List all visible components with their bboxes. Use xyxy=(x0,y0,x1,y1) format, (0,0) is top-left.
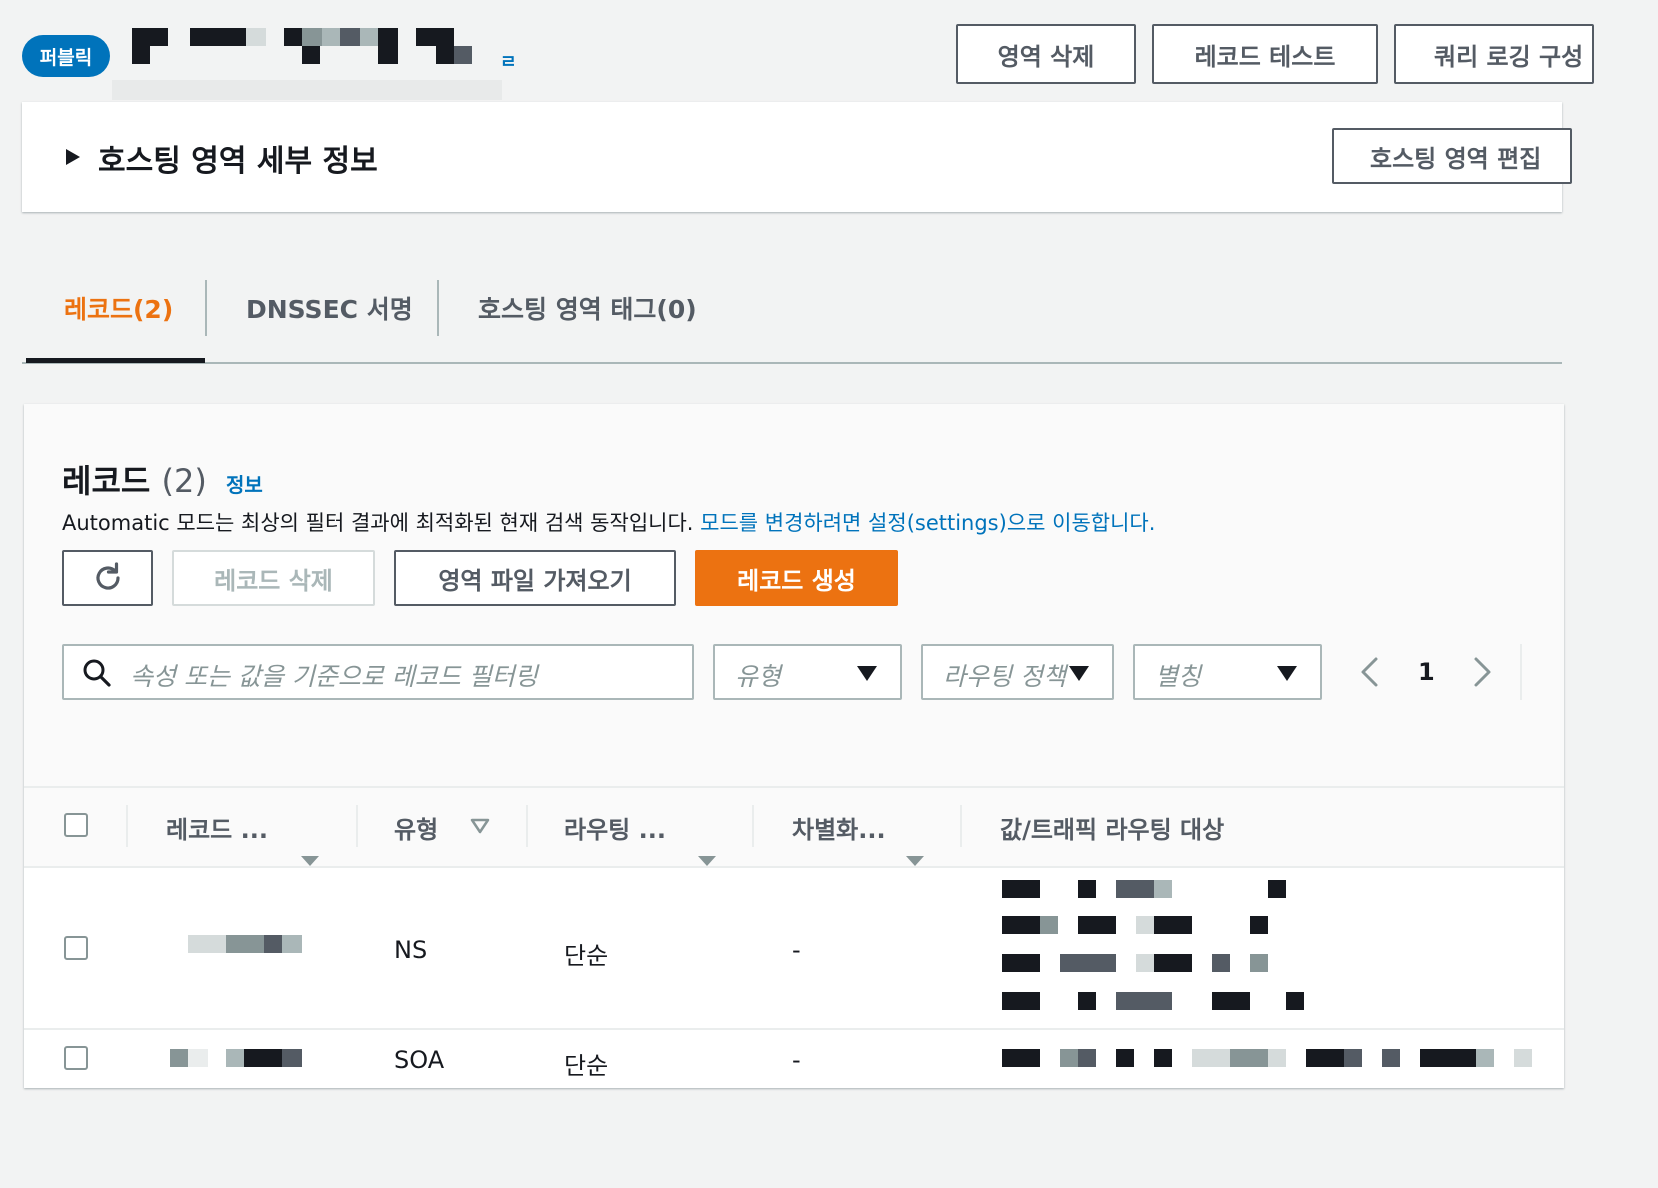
pagination-divider xyxy=(1520,644,1522,700)
row-checkbox[interactable] xyxy=(64,936,88,960)
column-divider xyxy=(752,805,754,847)
record-search-input[interactable]: 속성 또는 값을 기준으로 레코드 필터링 xyxy=(62,644,694,700)
column-divider xyxy=(526,805,528,847)
sort-icon[interactable] xyxy=(906,856,924,866)
column-header-record-name[interactable]: 레코드 ... xyxy=(166,810,268,845)
column-divider xyxy=(960,805,962,847)
alias-filter-select[interactable]: 별칭 xyxy=(1133,644,1322,700)
record-differentiator: - xyxy=(792,1046,801,1074)
tab-underline-base xyxy=(22,362,1562,364)
record-routing: 단순 xyxy=(564,1052,609,1080)
type-filter-select[interactable]: 유형 xyxy=(713,644,902,700)
delete-zone-button[interactable]: 영역 삭제 xyxy=(956,24,1136,84)
description-text: Automatic 모드는 최상의 필터 결과에 최적화된 현재 검색 동작입니… xyxy=(62,511,694,535)
routing-policy-filter-select[interactable]: 라우팅 정책 xyxy=(921,644,1114,700)
record-value-redacted xyxy=(1002,1049,1562,1067)
records-title: 레코드 xyxy=(62,462,151,500)
edit-hosted-zone-label: 호스팅 영역 편집 xyxy=(1370,144,1542,173)
search-icon xyxy=(83,659,111,687)
active-tab-indicator xyxy=(26,358,205,363)
tab-hosted-zone-tags[interactable]: 호스팅 영역 태그(0) xyxy=(478,290,697,326)
record-type: SOA xyxy=(394,1046,445,1074)
public-badge: 퍼블릭 xyxy=(22,35,110,77)
record-differentiator: - xyxy=(792,936,801,964)
record-name-redacted xyxy=(170,1049,304,1067)
tab-divider xyxy=(437,280,439,336)
column-header-type[interactable]: 유형 xyxy=(394,810,438,845)
test-record-button[interactable]: 레코드 테스트 xyxy=(1152,24,1378,84)
column-header-value[interactable]: 값/트래픽 라우팅 대상 xyxy=(1000,810,1224,845)
expand-caret-icon[interactable] xyxy=(66,149,80,165)
row-checkbox[interactable] xyxy=(64,1046,88,1070)
hosted-zone-details-panel: 호스팅 영역 세부 정보 호스팅 영역 편집 xyxy=(22,102,1572,212)
record-name-redacted xyxy=(188,935,304,953)
column-header-differentiator[interactable]: 차별화... xyxy=(792,810,886,845)
column-divider xyxy=(356,805,358,847)
hosted-zone-name-redacted xyxy=(112,20,512,102)
select-all-checkbox[interactable] xyxy=(64,813,88,837)
sort-icon[interactable] xyxy=(301,856,319,866)
record-routing: 단순 xyxy=(564,942,609,970)
search-mode-description: Automatic 모드는 최상의 필터 결과에 최적화된 현재 검색 동작입니… xyxy=(62,507,1155,537)
query-logging-button[interactable]: 쿼리 로깅 구성 xyxy=(1394,24,1594,84)
records-count: (2) xyxy=(161,462,207,500)
routing-placeholder: 라우팅 정책 xyxy=(943,662,1066,691)
title-trailing-char: ㄹ xyxy=(500,52,517,73)
page-number[interactable]: 1 xyxy=(1418,658,1435,686)
tab-dnssec[interactable]: DNSSEC 서명 xyxy=(246,290,413,326)
alias-placeholder: 별칭 xyxy=(1155,662,1202,691)
chevron-left-icon[interactable] xyxy=(1356,656,1384,688)
chevron-right-icon[interactable] xyxy=(1468,656,1496,688)
column-divider xyxy=(126,805,128,847)
caret-down-icon xyxy=(1277,666,1297,681)
sort-icon[interactable] xyxy=(698,856,716,866)
edit-hosted-zone-button[interactable]: 호스팅 영역 편집 xyxy=(1332,128,1572,184)
tab-divider xyxy=(205,280,207,336)
sort-icon[interactable] xyxy=(470,818,490,834)
caret-down-icon xyxy=(857,666,877,681)
column-header-routing[interactable]: 라우팅 ... xyxy=(564,810,666,845)
record-value-redacted xyxy=(1002,880,1322,1012)
refresh-icon xyxy=(95,562,120,590)
info-link[interactable]: 정보 xyxy=(226,473,263,497)
create-record-button[interactable]: 레코드 생성 xyxy=(695,550,898,606)
refresh-button[interactable] xyxy=(62,550,153,606)
search-placeholder: 속성 또는 값을 기준으로 레코드 필터링 xyxy=(130,662,538,691)
record-type: NS xyxy=(394,936,428,964)
query-logging-label: 쿼리 로깅 구성 xyxy=(1434,42,1584,71)
details-title[interactable]: 호스팅 영역 세부 정보 xyxy=(98,136,378,180)
type-placeholder: 유형 xyxy=(735,662,782,691)
records-heading: 레코드 (2) 정보 xyxy=(62,456,263,502)
tab-records[interactable]: 레코드(2) xyxy=(64,290,173,326)
import-zone-file-button[interactable]: 영역 파일 가져오기 xyxy=(394,550,676,606)
caret-down-icon xyxy=(1069,666,1089,681)
settings-link[interactable]: 모드를 변경하려면 설정(settings)으로 이동합니다. xyxy=(700,511,1155,535)
delete-record-button[interactable]: 레코드 삭제 xyxy=(172,550,375,606)
